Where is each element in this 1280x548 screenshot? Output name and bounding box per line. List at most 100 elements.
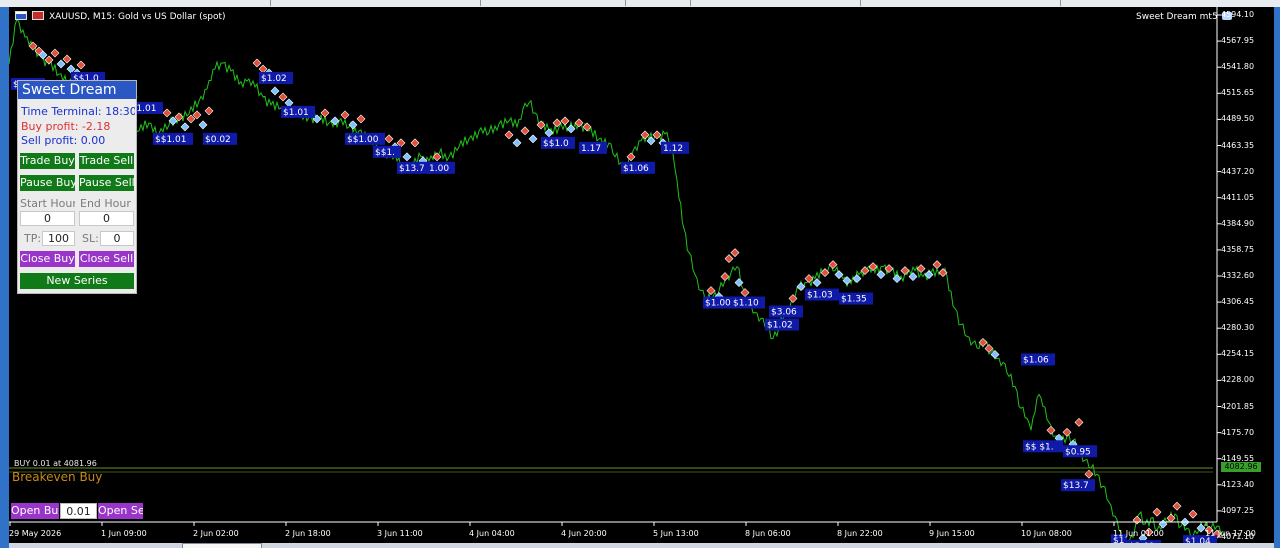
sell-trade-marker[interactable] <box>278 92 288 102</box>
profit-label: $$1.0 <box>543 139 569 149</box>
sell-trade-marker[interactable] <box>504 130 514 140</box>
sell-trade-marker[interactable] <box>626 152 636 162</box>
time-axis-label: 4 Jun 20:00 <box>561 529 607 538</box>
end-hour-input[interactable]: 0 <box>79 211 134 226</box>
sell-trade-marker[interactable] <box>252 58 262 68</box>
buy-trade-marker[interactable] <box>348 120 358 130</box>
sell-trade-marker[interactable] <box>706 286 716 295</box>
tp-input[interactable]: 100 <box>42 231 75 246</box>
buy-trade-marker[interactable] <box>1158 519 1168 529</box>
buy-trade-marker[interactable] <box>812 278 822 288</box>
sell-trade-marker[interactable] <box>740 288 750 297</box>
toolbar-separator <box>625 0 626 6</box>
buy-trade-marker[interactable] <box>852 274 862 284</box>
time-axis-label: 4 Jun 04:00 <box>469 529 515 538</box>
sell-trade-marker[interactable] <box>932 260 942 270</box>
sell-trade-marker[interactable] <box>162 108 172 118</box>
pause-buy-button[interactable]: Pause Buy <box>20 175 75 191</box>
sell-trade-marker[interactable] <box>204 106 214 116</box>
sell-trade-marker[interactable] <box>720 272 730 282</box>
profit-label: 1.17 <box>581 144 601 154</box>
chart-type-icon[interactable] <box>32 11 44 20</box>
price-axis-label: 4358.75 <box>1221 244 1255 254</box>
start-hour-input[interactable]: 0 <box>20 211 75 226</box>
price-chart[interactable]: $1.10$$1.0$1.05$$1.01$$1.01$0.02$1.02$1.… <box>9 7 1274 543</box>
buy-trade-marker[interactable] <box>528 134 538 144</box>
sell-trade-marker[interactable] <box>828 260 838 270</box>
chart-window[interactable]: $1.10$$1.0$1.05$$1.01$$1.01$0.02$1.02$1.… <box>9 7 1274 543</box>
sell-trade-marker[interactable] <box>560 116 570 126</box>
sl-input[interactable]: 0 <box>100 231 134 246</box>
sell-trade-marker[interactable] <box>62 54 72 64</box>
price-axis-label: 4515.65 <box>1221 88 1255 98</box>
sell-trade-marker[interactable] <box>1132 515 1142 525</box>
close-sell-button[interactable]: Close Sell <box>79 251 134 267</box>
sell-trade-marker[interactable] <box>50 48 60 58</box>
open-buy-button[interactable]: Open Buy <box>11 503 59 519</box>
sell-trade-marker[interactable] <box>1046 425 1056 435</box>
profit-label: $$1. <box>375 148 395 158</box>
new-series-button[interactable]: New Series <box>20 273 134 289</box>
sell-trade-marker[interactable] <box>1084 469 1094 479</box>
close-buy-button[interactable]: Close Buy <box>20 251 75 267</box>
time-axis-label: 29 May 2026 <box>9 529 62 538</box>
sell-trade-marker[interactable] <box>1172 501 1182 511</box>
sell-trade-marker[interactable] <box>340 110 350 120</box>
buy-trade-marker[interactable] <box>512 138 522 148</box>
toolbar-separator <box>270 0 271 6</box>
time-axis-label: 5 Jun 13:00 <box>653 529 699 538</box>
trade-sell-button[interactable]: Trade Sell <box>79 153 134 169</box>
buy-trade-marker[interactable] <box>270 86 280 96</box>
buy-trade-marker[interactable] <box>198 120 208 130</box>
trade-buy-button[interactable]: Trade Buy <box>20 153 75 169</box>
profit-label: $1.01 <box>283 108 309 118</box>
profit-label: 1.12 <box>663 144 683 154</box>
profit-label: $1.10 <box>733 299 759 309</box>
chart-window-icon[interactable] <box>15 11 27 20</box>
sell-trade-marker[interactable] <box>1062 427 1072 437</box>
sell-trade-marker[interactable] <box>1188 509 1198 519</box>
sell-trade-marker[interactable] <box>724 254 734 264</box>
sell-trade-marker[interactable] <box>76 60 86 70</box>
chart-tab[interactable] <box>182 543 262 548</box>
buy-trade-marker[interactable] <box>908 272 918 282</box>
expert-advisor-name[interactable]: Sweet Dream mt5 <box>1136 12 1232 22</box>
buy-trade-marker[interactable] <box>402 152 412 162</box>
sell-trade-marker[interactable] <box>788 294 798 303</box>
profit-label: $0.02 <box>205 135 231 145</box>
start-hour-label: Start Hour <box>20 197 75 210</box>
current-price-tag: 4082.96 <box>1221 462 1261 472</box>
price-axis-label: 4332.60 <box>1221 271 1255 280</box>
chart-title: XAUUSD, M15: Gold vs US Dollar (spot) <box>15 11 226 22</box>
sweet-dream-panel[interactable]: Sweet Dream Time Terminal: 18:30 Buy pro… <box>17 80 137 294</box>
time-axis-label: 11 Jun 17:00 <box>1205 529 1256 538</box>
chart-title-text: XAUUSD, M15: Gold vs US Dollar (spot) <box>49 12 226 22</box>
buy-trade-marker[interactable] <box>180 122 190 132</box>
open-sell-button[interactable]: Open Sell <box>98 503 143 519</box>
sell-trade-marker[interactable] <box>320 108 330 118</box>
sell-trade-marker[interactable] <box>520 126 530 136</box>
buy-trade-marker[interactable] <box>796 282 806 292</box>
time-axis-label: 2 Jun 02:00 <box>193 529 239 538</box>
sell-trade-marker[interactable] <box>730 248 740 258</box>
price-axis-label: 4306.45 <box>1221 297 1255 307</box>
profit-label: $$1.00 <box>347 135 379 145</box>
buy-trade-marker[interactable] <box>284 98 294 108</box>
sell-trade-marker[interactable] <box>1152 507 1162 517</box>
sell-trade-marker[interactable] <box>410 138 420 148</box>
sell-trade-marker[interactable] <box>1074 417 1084 427</box>
sl-label: SL: <box>82 232 99 245</box>
lot-size-input[interactable]: 0.01 <box>60 503 97 519</box>
sell-trade-marker[interactable] <box>384 134 394 144</box>
buy-profit-text: Buy profit: -2.18 <box>21 120 111 133</box>
profit-label: $13.7 <box>399 164 425 174</box>
panel-title[interactable]: Sweet Dream <box>18 81 136 99</box>
sell-profit-text: Sell profit: 0.00 <box>21 134 106 147</box>
window-frame-right <box>1274 7 1280 548</box>
profit-label: $1.03 <box>807 291 833 301</box>
time-axis-label: 3 Jun 11:00 <box>377 529 423 538</box>
sell-trade-marker[interactable] <box>356 114 366 124</box>
pause-sell-button[interactable]: Pause Sell <box>79 175 134 191</box>
toolbar-separator <box>480 0 481 6</box>
buy-trade-marker[interactable] <box>56 59 66 69</box>
